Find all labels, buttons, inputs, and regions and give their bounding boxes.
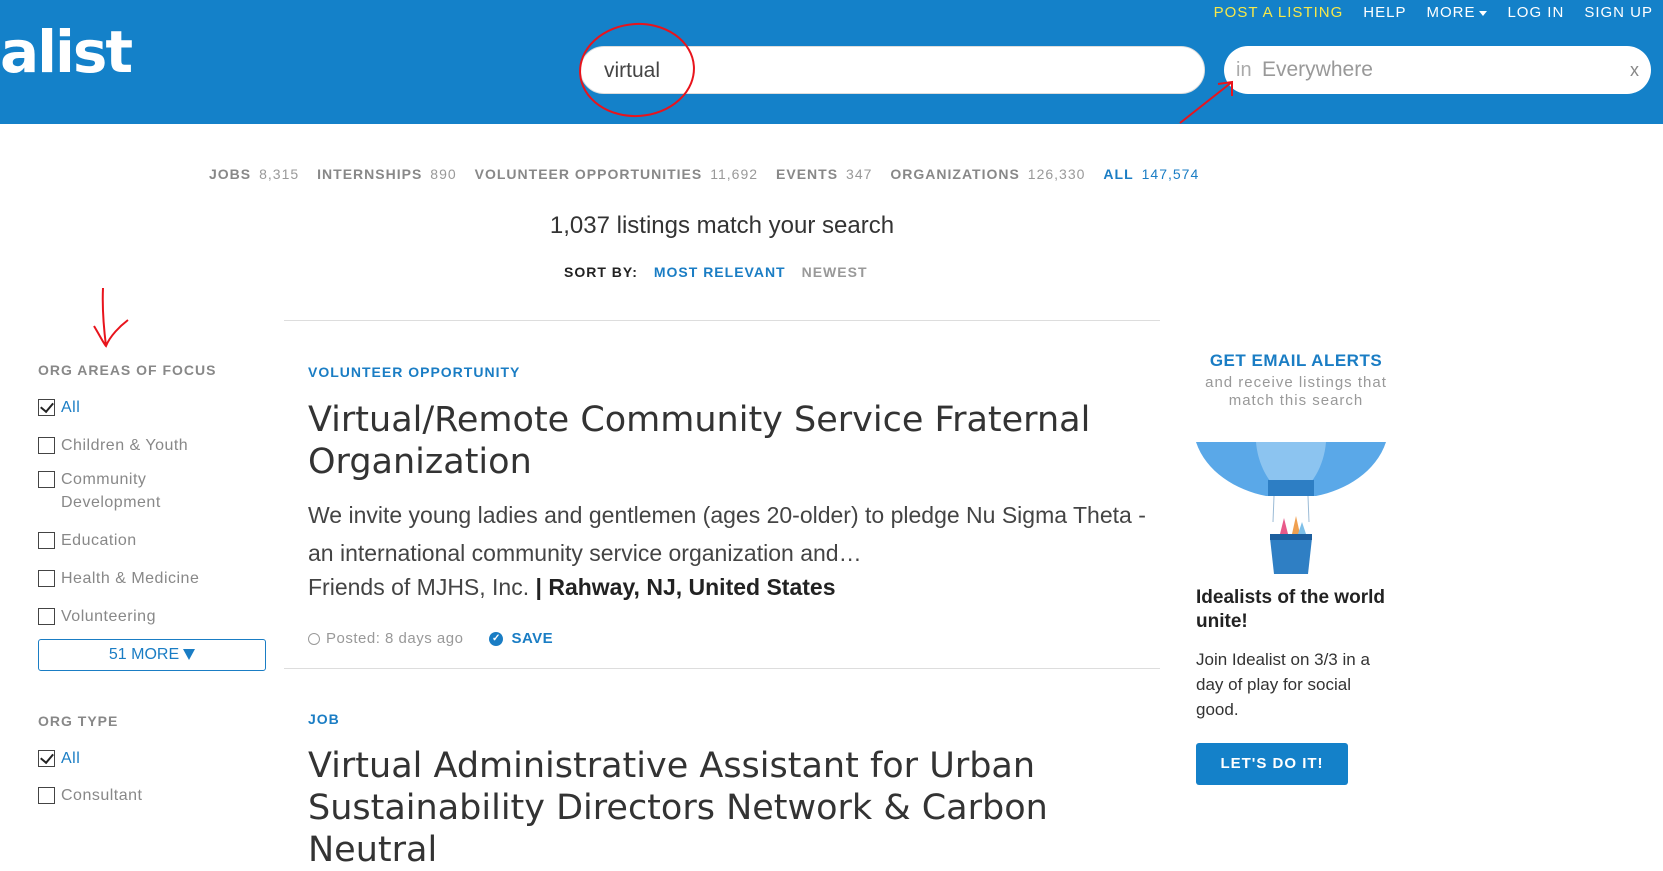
type-counts: JOBS 8,315 INTERNSHIPS 890 VOLUNTEER OPPOR… [209,166,1199,182]
tab-count: 126,330 [1027,166,1086,182]
listing-category: VOLUNTEER OPPORTUNITY [308,364,521,380]
checkbox[interactable] [38,399,55,416]
login-link[interactable]: LOG IN [1507,4,1564,21]
filter-label: All [61,399,81,416]
listing-title[interactable]: Virtual Administrative Assistant for Urb… [308,745,1168,871]
org-name[interactable]: Friends of MJHS, Inc. [308,574,529,600]
tab-volunteer[interactable]: VOLUNTEER OPPORTUNITIES 11,692 [475,166,758,182]
filter-area-health[interactable]: Health & Medicine [38,567,201,590]
tab-organizations[interactable]: ORGANIZATIONS 126,330 [890,166,1085,182]
tab-count: 890 [430,166,457,182]
keyword-search[interactable] [580,46,1205,94]
sort-most-relevant[interactable]: MOST RELEVANT [654,264,786,280]
divider [284,668,1160,669]
checkbox[interactable] [38,471,55,488]
tab-count: 147,574 [1141,166,1200,182]
top-nav: POST A LISTING HELP MORE LOG IN SIGN UP [1214,4,1653,21]
tab-count: 11,692 [710,166,759,182]
tab-jobs[interactable]: JOBS 8,315 [209,166,299,182]
listing-meta: Posted: 8 days ago ✓ SAVE [308,630,553,647]
tab-label: VOLUNTEER OPPORTUNITIES [474,166,703,182]
filter-label: Consultant [61,787,143,804]
divider [284,320,1160,321]
more-menu-label: MORE [1426,4,1476,21]
location-input[interactable] [1260,57,1604,83]
site-logo[interactable]: alist [0,18,133,86]
more-label: 51 MORE [108,646,180,663]
tab-label: JOBS [209,166,252,182]
filter-area-children[interactable]: Children & Youth [38,434,201,457]
save-button[interactable]: ✓ SAVE [489,630,553,647]
filter-title-type: ORG TYPE [38,713,119,729]
filter-label: Children & Youth [61,437,189,454]
filter-label: Volunteering [61,608,156,625]
results-count: 1,037 listings match your search [549,212,895,239]
sort-bar: SORT BY: MOST RELEVANT NEWEST [564,264,868,280]
org-location: | Rahway, NJ, United States [535,574,836,600]
tab-label: EVENTS [776,166,839,182]
search-input[interactable] [602,58,1166,84]
show-more-areas-button[interactable]: 51 MORE [38,639,266,671]
location-prefix: in [1236,59,1252,81]
promo-headline: Idealists of the world unite! [1196,587,1385,632]
chevron-down-icon [1479,10,1488,16]
tab-label: ALL [1103,166,1134,182]
checkbox[interactable] [38,532,55,549]
promo-body: Join Idealist on 3/3 in a day of play fo… [1196,650,1370,719]
clear-location-icon[interactable]: x [1630,60,1639,81]
listing-title[interactable]: Virtual/Remote Community Service Fratern… [308,399,1168,483]
balloon-illustration [1196,442,1386,574]
email-alerts-subtitle: and receive listings that match this sea… [1205,374,1387,409]
tab-events[interactable]: EVENTS 347 [776,166,872,182]
listing-description: We invite young ladies and gentlemen (ag… [308,502,1146,566]
check-icon: ✓ [489,631,504,646]
filter-area-education[interactable]: Education [38,529,201,552]
filter-type-all[interactable]: All [38,747,201,770]
tab-label: INTERNSHIPS [317,166,423,182]
email-alerts-title[interactable]: GET EMAIL ALERTS [1196,351,1396,371]
checkbox[interactable] [38,750,55,767]
post-listing-link[interactable]: POST A LISTING [1214,4,1344,21]
filter-area-volunteering[interactable]: Volunteering [38,605,201,628]
checkbox[interactable] [38,437,55,454]
checkbox[interactable] [38,787,55,804]
filter-type-consultant[interactable]: Consultant [38,784,201,807]
filter-label: Education [61,532,137,549]
sort-label: SORT BY: [564,264,638,280]
location-search[interactable]: in x [1224,46,1651,94]
filter-label: Health & Medicine [61,570,200,587]
tab-count: 347 [846,166,873,182]
checkbox[interactable] [38,570,55,587]
help-link[interactable]: HELP [1363,4,1406,21]
tab-internships[interactable]: INTERNSHIPS 890 [317,166,456,182]
annotation-down-arrow [93,287,129,348]
listing-category: JOB [308,711,340,727]
listing-org: Friends of MJHS, Inc. | Rahway, NJ, Unit… [308,574,836,601]
filter-area-community[interactable]: Community Development [38,468,201,514]
signup-link[interactable]: SIGN UP [1584,4,1653,21]
filter-label: All [61,750,81,767]
site-header: alist POST A LISTING HELP MORE LOG IN SI… [0,0,1663,124]
posted-date: Posted: 8 days ago [326,630,464,647]
filter-title-areas: ORG AREAS OF FOCUS [38,362,217,378]
filter-area-all[interactable]: All [38,396,201,419]
tab-label: ORGANIZATIONS [890,166,1020,182]
clock-icon [308,632,320,645]
triangle-down-icon [183,649,196,661]
lets-do-it-button[interactable]: LET'S DO IT! [1196,743,1348,785]
save-label: SAVE [511,630,554,647]
filter-label: Community Development [61,471,161,511]
sort-newest[interactable]: NEWEST [802,264,868,280]
tab-all[interactable]: ALL 147,574 [1103,166,1199,182]
tab-count: 8,315 [259,166,300,182]
more-menu[interactable]: MORE [1426,4,1488,21]
checkbox[interactable] [38,608,55,625]
